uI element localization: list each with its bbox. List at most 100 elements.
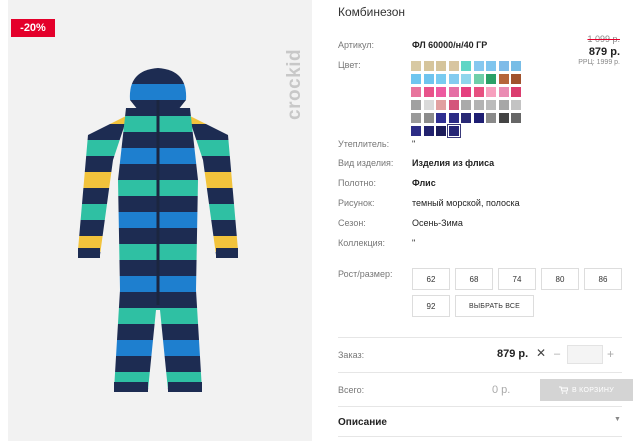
size-button-74[interactable]: 74 [498, 268, 536, 290]
brand-logo: crockid [276, 12, 310, 122]
total-label: Всего: [338, 385, 365, 395]
divider [338, 406, 622, 407]
color-swatch[interactable] [411, 61, 421, 71]
increase-quantity-button[interactable]: + [607, 347, 614, 361]
color-swatch[interactable] [436, 74, 446, 84]
color-swatch[interactable] [411, 87, 421, 97]
color-swatch[interactable] [498, 74, 509, 84]
color-swatch[interactable] [473, 74, 484, 84]
color-swatch[interactable] [461, 61, 471, 71]
color-swatch[interactable] [486, 74, 496, 84]
spec-label: Утеплитель: [338, 139, 390, 149]
product-title: Комбинезон [338, 5, 406, 19]
color-swatch[interactable] [436, 61, 446, 71]
article-value: ФЛ 60000/н/40 ГР [412, 40, 488, 50]
price-old: 1 099 р. [587, 34, 620, 44]
color-swatch[interactable] [423, 113, 434, 123]
color-swatch[interactable] [461, 74, 471, 84]
spec-label: Полотно: [338, 178, 377, 188]
product-page: -20% crockid Комбинезон Артикул: ФЛ 6000… [0, 0, 640, 441]
color-swatch[interactable] [436, 126, 446, 136]
color-swatch[interactable] [461, 100, 471, 110]
color-swatch[interactable] [423, 61, 434, 71]
color-swatch[interactable] [423, 87, 434, 97]
color-swatch[interactable] [473, 100, 484, 110]
size-button-86[interactable]: 86 [584, 268, 622, 290]
color-swatch[interactable] [461, 87, 471, 97]
color-swatch[interactable] [423, 126, 434, 136]
select-all-button[interactable]: ВЫБРАТЬ ВСЕ [455, 295, 534, 317]
spec-label: Вид изделия: [338, 158, 394, 168]
price-rrc: РРЦ: 1999 р. [578, 59, 620, 66]
add-to-cart-label: В КОРЗИНУ [571, 386, 615, 394]
color-swatch[interactable] [436, 87, 446, 97]
color-swatch[interactable] [411, 74, 421, 84]
spec-value: темный морской, полоска [412, 198, 520, 208]
color-swatch[interactable] [486, 100, 496, 110]
size-button-92[interactable]: 92 [412, 295, 450, 317]
color-swatch[interactable] [461, 113, 471, 123]
color-swatch[interactable] [498, 87, 509, 97]
color-swatch[interactable] [511, 87, 521, 97]
color-swatch[interactable] [446, 124, 461, 138]
color-swatch[interactable] [473, 113, 484, 123]
spec-label: Коллекция: [338, 238, 386, 248]
color-swatch[interactable] [448, 100, 459, 110]
color-swatch[interactable] [423, 100, 434, 110]
color-swatch[interactable] [511, 61, 521, 71]
price-new: 879 р. [588, 46, 620, 58]
decrease-quantity-button[interactable]: – [554, 348, 560, 360]
color-swatch[interactable] [473, 61, 484, 71]
size-button-62[interactable]: 62 [412, 268, 450, 290]
color-label: Цвет: [338, 60, 361, 70]
color-swatch[interactable] [473, 87, 484, 97]
size-button-80[interactable]: 80 [541, 268, 579, 290]
divider [338, 337, 622, 338]
color-swatch[interactable] [448, 113, 459, 123]
product-gallery[interactable]: -20% crockid [8, 0, 312, 441]
size-label: Рост/размер: [338, 269, 393, 279]
color-swatch[interactable] [511, 74, 521, 84]
color-swatch[interactable] [423, 74, 434, 84]
color-swatch[interactable] [448, 61, 459, 71]
product-image[interactable] [68, 60, 248, 400]
color-swatch[interactable] [498, 61, 509, 71]
order-price: 879 р. [497, 348, 529, 360]
spec-label: Рисунок: [338, 198, 375, 208]
multiply-icon: ✕ [536, 346, 547, 360]
color-swatch[interactable] [411, 126, 421, 136]
spec-value: " [412, 238, 416, 248]
add-to-cart-button[interactable]: В КОРЗИНУ [540, 379, 633, 401]
color-swatch[interactable] [498, 100, 509, 110]
total-value: 0 р. [492, 384, 511, 396]
color-swatch[interactable] [436, 113, 446, 123]
divider [338, 372, 622, 373]
color-swatch[interactable] [511, 113, 521, 123]
color-swatch[interactable] [436, 100, 446, 110]
color-swatch[interactable] [486, 61, 496, 71]
color-swatch[interactable] [448, 74, 459, 84]
spec-label: Сезон: [338, 218, 366, 228]
quantity-input[interactable] [567, 345, 603, 364]
color-swatch[interactable] [448, 87, 459, 97]
color-swatch[interactable] [411, 113, 421, 123]
color-swatch[interactable] [511, 100, 521, 110]
spec-value: Изделия из флиса [412, 158, 495, 168]
article-label: Артикул: [338, 40, 375, 50]
order-label: Заказ: [338, 350, 365, 360]
description-toggle[interactable]: Описание [338, 417, 387, 428]
cart-icon [558, 386, 568, 394]
chevron-down-icon[interactable]: ▼ [614, 416, 621, 423]
color-swatch[interactable] [411, 100, 421, 110]
spec-value: Осень-Зима [412, 218, 463, 228]
spec-value: " [412, 139, 416, 149]
divider [338, 436, 622, 437]
color-swatch[interactable] [498, 113, 509, 123]
spec-value: Флис [412, 178, 436, 188]
size-button-68[interactable]: 68 [455, 268, 493, 290]
color-swatches [411, 61, 529, 138]
color-swatch[interactable] [486, 113, 496, 123]
brand-logo-text: crockid [284, 48, 305, 120]
discount-badge: -20% [11, 19, 55, 37]
color-swatch[interactable] [486, 87, 496, 97]
